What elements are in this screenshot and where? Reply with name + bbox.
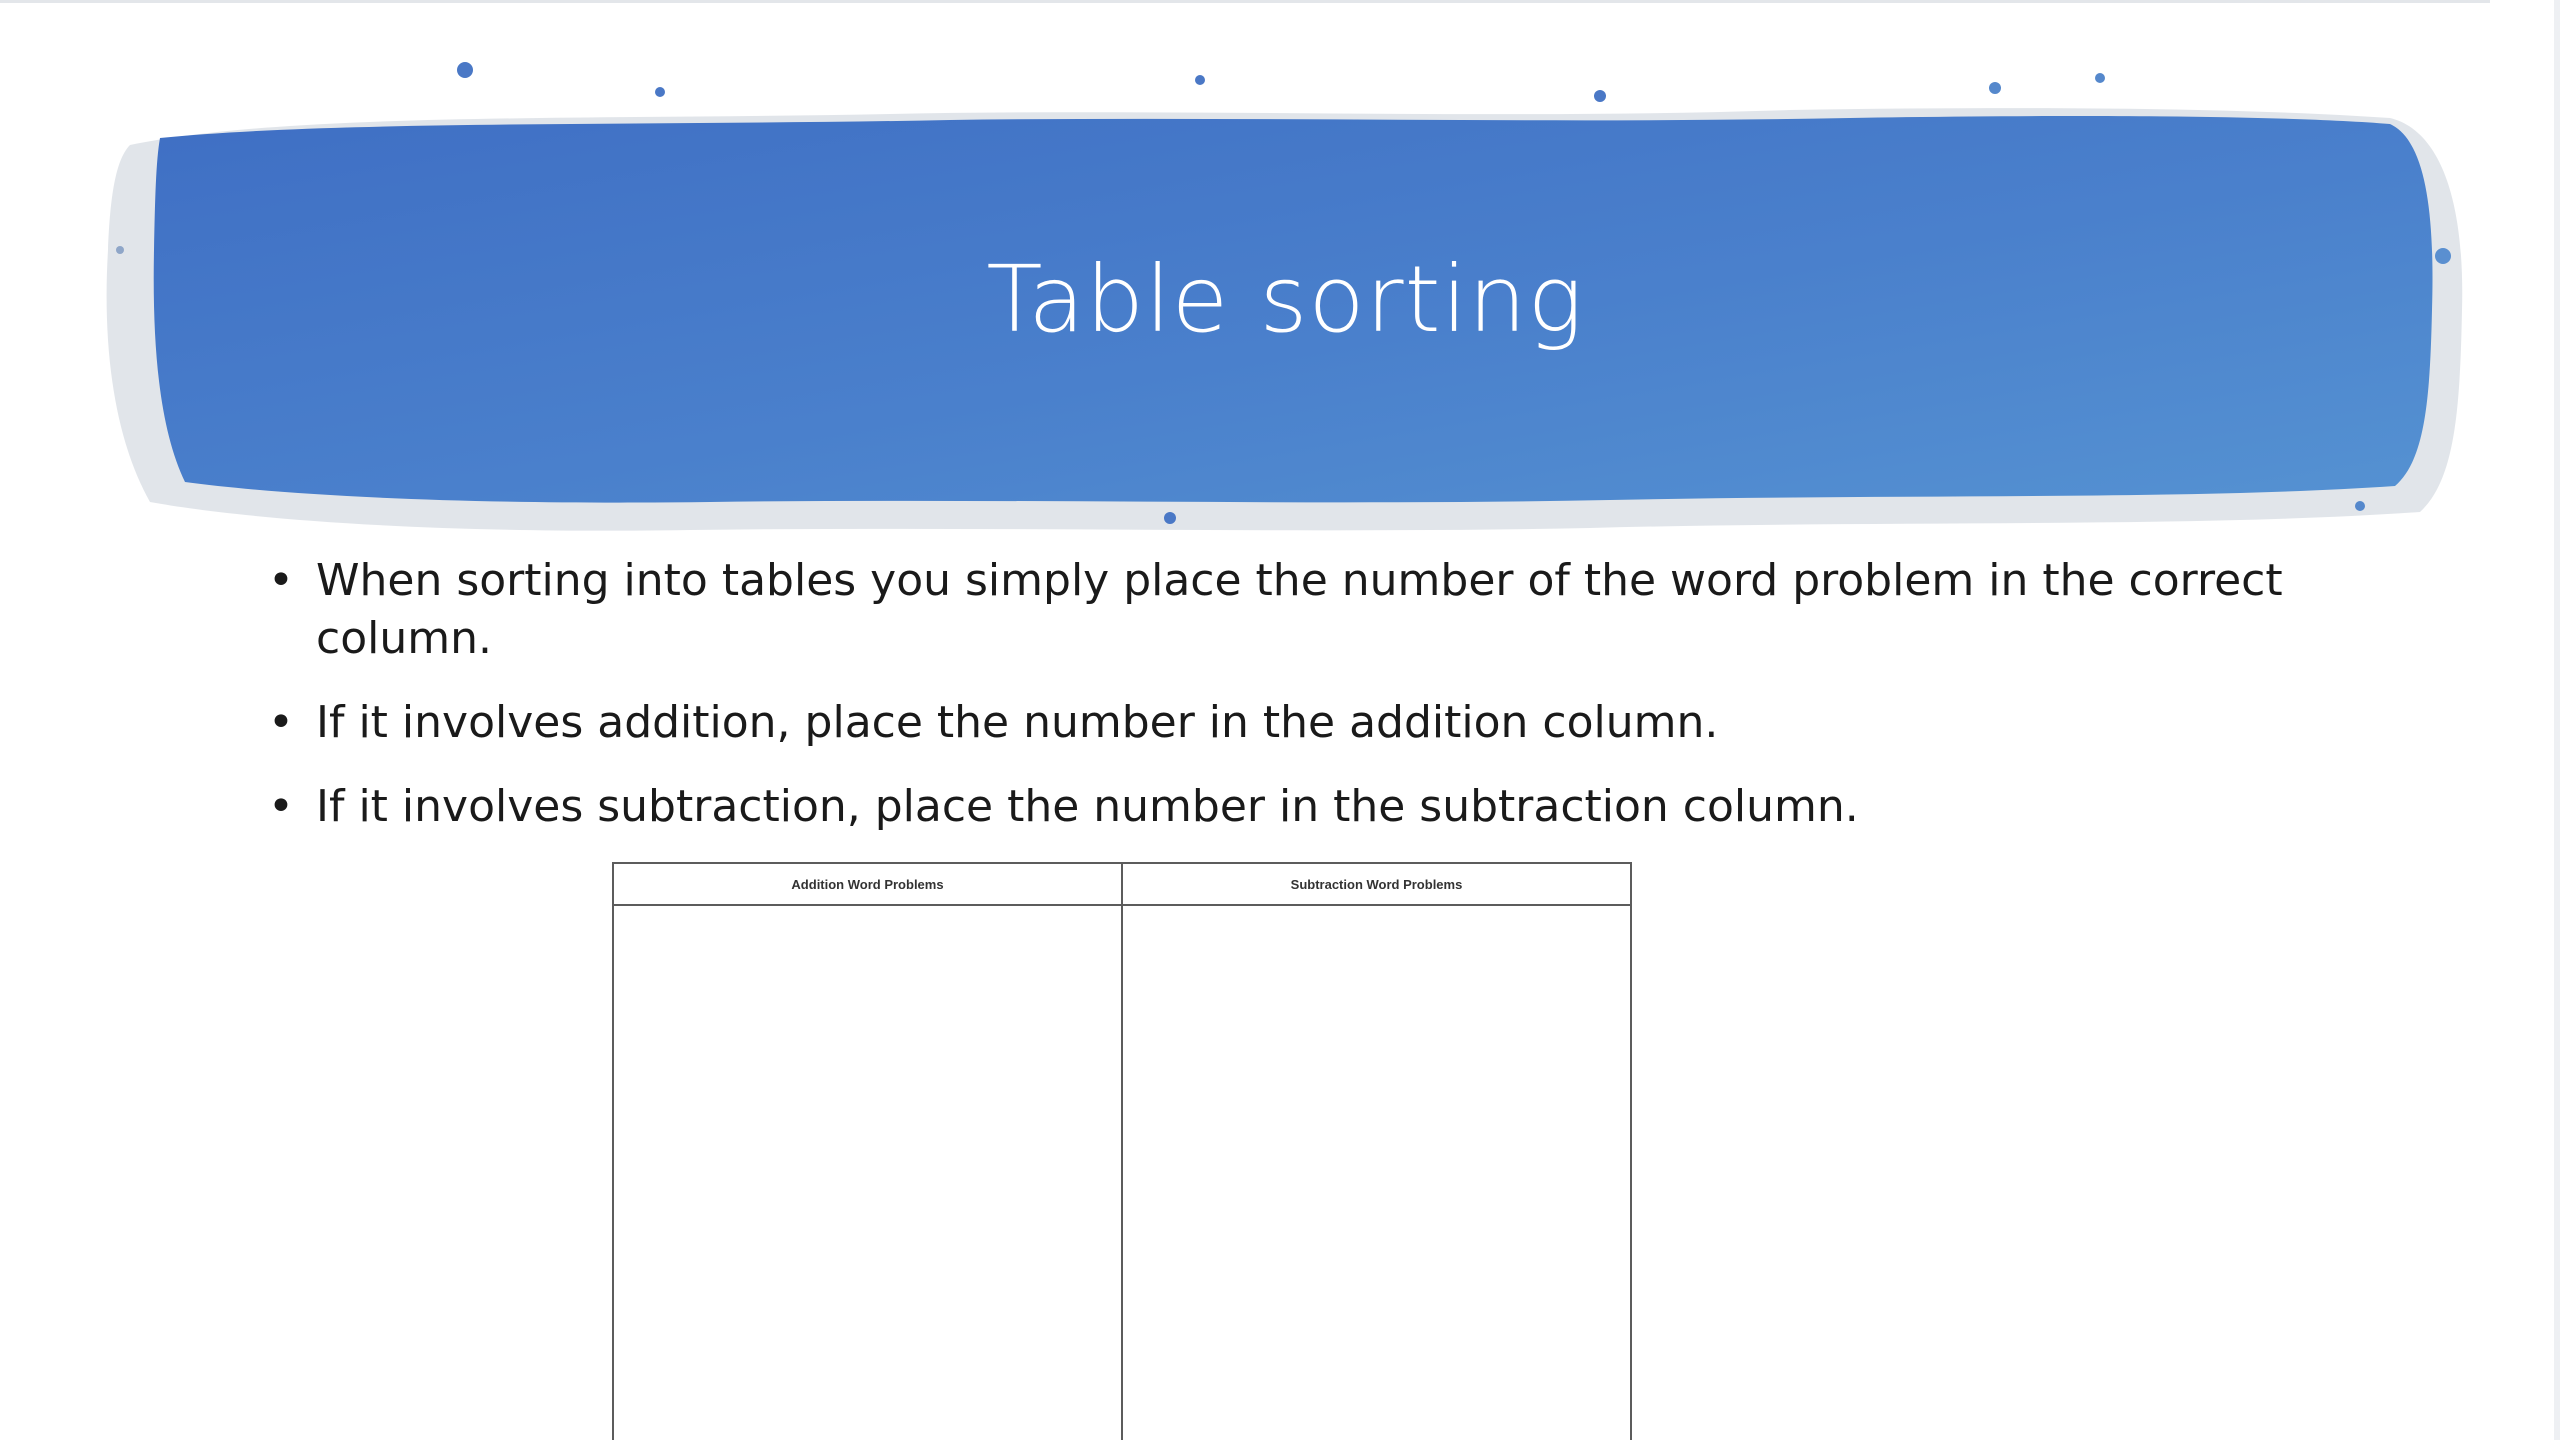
addition-column: [614, 906, 1121, 1440]
header-subtraction: Subtraction Word Problems: [1121, 864, 1630, 904]
header-addition: Addition Word Problems: [791, 876, 944, 892]
top-divider: [0, 0, 2490, 3]
title-banner: Table sorting: [90, 50, 2480, 570]
slide-title: Table sorting: [986, 246, 1584, 353]
slide: Table sorting • When sorting into tables…: [0, 0, 2560, 1440]
bullet-text: If it involves subtraction, place the nu…: [316, 781, 1859, 832]
sorting-table: Addition Word Problems Subtraction Word …: [612, 862, 1632, 1440]
subtraction-column: [1121, 906, 1630, 1440]
table-body-row: [614, 906, 1630, 1440]
table-header-row: Addition Word Problems Subtraction Word …: [614, 864, 1630, 906]
bullet-list: • When sorting into tables you simply pl…: [262, 552, 2312, 862]
bullet-item: • When sorting into tables you simply pl…: [262, 552, 2312, 668]
bullet-text: If it involves addition, place the numbe…: [316, 697, 1719, 748]
bullet-item: • If it involves subtraction, place the …: [262, 778, 2312, 836]
right-edge: [2554, 0, 2560, 1440]
bullet-text: When sorting into tables you simply plac…: [316, 555, 2283, 664]
bullet-marker: •: [268, 781, 294, 832]
bullet-marker: •: [268, 555, 294, 606]
bullet-marker: •: [268, 697, 294, 748]
bullet-item: • If it involves addition, place the num…: [262, 694, 2312, 752]
